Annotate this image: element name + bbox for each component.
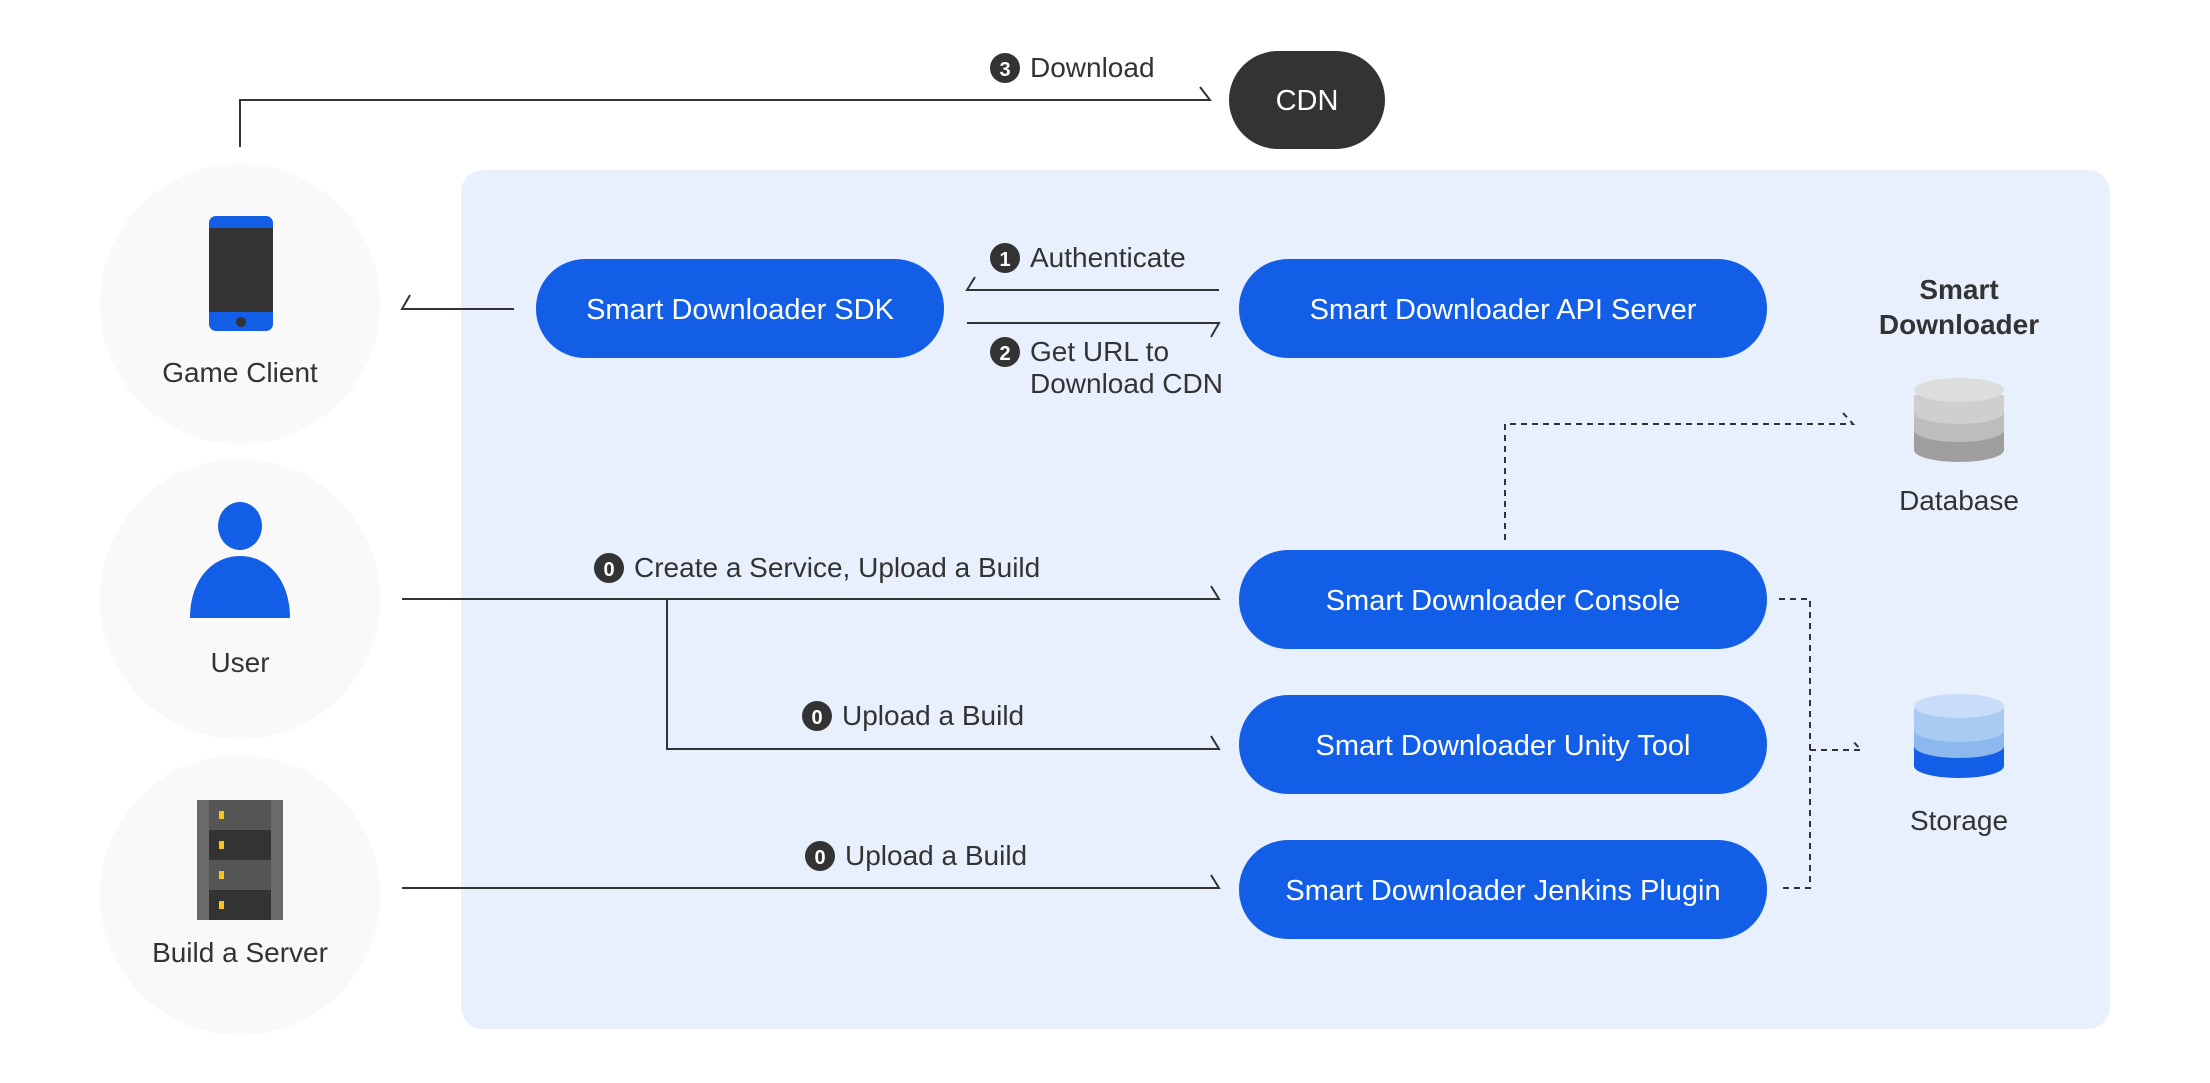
step-badge: 3 <box>999 59 1010 81</box>
cdn-label: CDN <box>1276 85 1339 117</box>
node-jenkins-plugin: Smart Downloader Jenkins Plugin <box>1239 840 1767 939</box>
server-icon <box>197 800 283 920</box>
edge-label-text: Download CDN <box>1030 368 1223 399</box>
edge-label-text: Upload a Build <box>842 700 1024 731</box>
storage-icon <box>1914 694 2004 778</box>
actor-build-server: Build a Server <box>100 755 380 1035</box>
download-arrow <box>239 86 1213 147</box>
edge-label-text: Download <box>1030 52 1155 83</box>
architecture-diagram: Game Client User Build a Server CDN Smar… <box>100 51 2110 1035</box>
step-badge: 0 <box>814 847 825 869</box>
step-badge: 0 <box>603 559 614 581</box>
node-label: Smart Downloader API Server <box>1310 294 1697 326</box>
cdn-node: CDN <box>1229 51 1385 149</box>
actor-game-client: Game Client <box>100 164 380 444</box>
node-console: Smart Downloader Console <box>1239 550 1767 649</box>
actor-user: User <box>100 459 380 739</box>
group-title-line1: Smart <box>1919 274 1998 305</box>
actor-label: User <box>210 647 269 678</box>
edge-label-text: Authenticate <box>1030 242 1186 273</box>
edge-label-text: Get URL to <box>1030 336 1169 367</box>
edge-label-create-service: 0 Create a Service, Upload a Build <box>594 552 1040 583</box>
edge-label-download: 3 Download <box>990 52 1155 83</box>
actor-label: Build a Server <box>152 937 328 968</box>
step-badge: 2 <box>999 343 1010 365</box>
node-label: Smart Downloader SDK <box>586 294 894 326</box>
actor-label: Game Client <box>162 357 318 388</box>
storage-label: Storage <box>1910 805 2008 836</box>
node-sdk: Smart Downloader SDK <box>536 259 944 358</box>
edge-label-text: Create a Service, Upload a Build <box>634 552 1040 583</box>
step-badge: 0 <box>811 707 822 729</box>
edge-label-text: Upload a Build <box>845 840 1027 871</box>
node-label: Smart Downloader Jenkins Plugin <box>1285 875 1720 907</box>
node-api-server: Smart Downloader API Server <box>1239 259 1767 358</box>
node-unity-tool: Smart Downloader Unity Tool <box>1239 695 1767 794</box>
database-icon <box>1914 378 2004 462</box>
step-badge: 1 <box>999 249 1010 271</box>
node-label: Smart Downloader Unity Tool <box>1315 730 1690 762</box>
phone-icon <box>209 216 273 331</box>
node-label: Smart Downloader Console <box>1326 585 1681 617</box>
database-label: Database <box>1899 485 2019 516</box>
group-title-line2: Downloader <box>1879 309 2039 340</box>
